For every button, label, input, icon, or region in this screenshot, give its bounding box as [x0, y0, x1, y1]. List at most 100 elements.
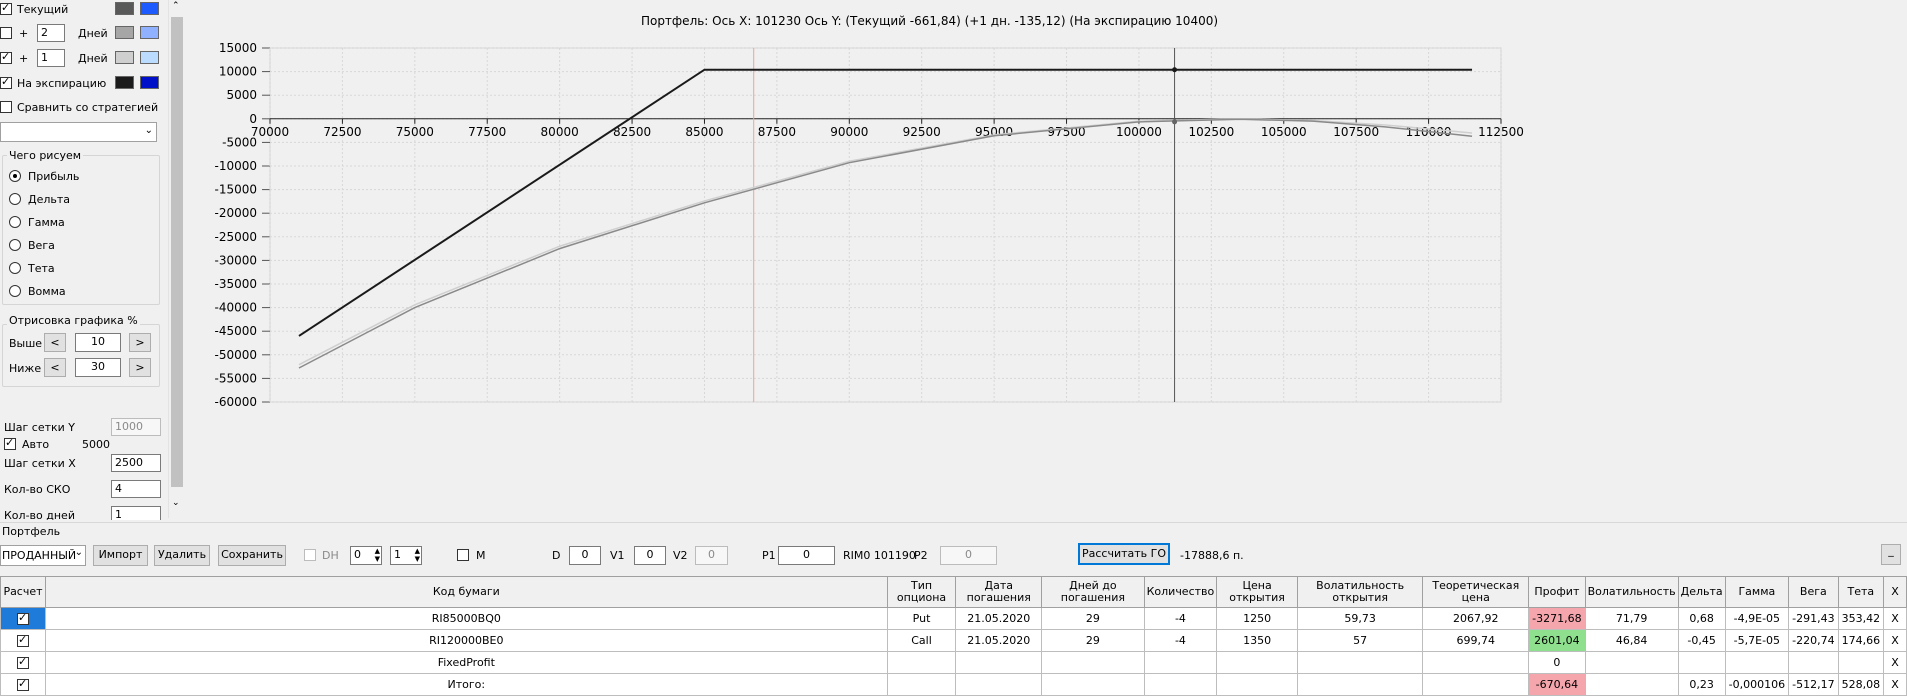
col-header-code[interactable]: Код бумаги [44, 576, 888, 608]
days-plus-checkbox-2[interactable] [0, 50, 12, 64]
below-decrease-button[interactable]: < [44, 358, 66, 377]
table-row[interactable]: FixedProfit 0 X [0, 651, 1907, 674]
scrollbar-thumb[interactable] [171, 17, 183, 487]
cell-remove[interactable]: X [1883, 651, 1907, 674]
col-header-option-type[interactable]: Тип опциона [886, 576, 957, 608]
col-header-vega[interactable]: Вега [1788, 576, 1839, 608]
radio-delta[interactable] [9, 193, 21, 205]
cell-calc[interactable] [0, 607, 46, 630]
col-header-volatility[interactable]: Волатильность [1584, 576, 1679, 608]
above-input[interactable]: 10 [75, 333, 121, 352]
dh-checkbox[interactable] [304, 549, 316, 561]
col-header-open-volatility[interactable]: Волатильность открытия [1296, 576, 1424, 608]
y-tick-label: -45000 [214, 324, 257, 338]
days-count-input[interactable]: 1 [111, 506, 161, 520]
cell-calc[interactable] [0, 673, 46, 696]
m-checkbox[interactable] [457, 549, 469, 561]
spin-value-2: 1 [394, 548, 401, 561]
col-header-maturity-date[interactable]: Дата погашения [955, 576, 1043, 608]
v2-input[interactable]: 0 [695, 546, 728, 565]
v2-label: V2 [673, 549, 688, 562]
scroll-down-icon[interactable]: ⌄ [172, 498, 180, 508]
current-checkbox[interactable] [0, 1, 12, 15]
col-header-quantity[interactable]: Количество [1143, 576, 1218, 608]
table-header-row: Расчет Код бумаги Тип опциона Дата погаш… [0, 576, 1907, 608]
days-color-swatch-1[interactable] [115, 26, 134, 39]
spin-input-2[interactable]: 1 ▲ ▼ [390, 546, 422, 565]
col-header-delta[interactable]: Дельта [1677, 576, 1726, 608]
days-input-1[interactable]: 2 [37, 24, 65, 42]
y-tick-label: 5000 [226, 88, 257, 102]
radio-vega[interactable] [9, 239, 21, 251]
d-input[interactable]: 0 [569, 546, 601, 565]
row-calc-checkbox[interactable] [16, 611, 29, 625]
col-header-profit[interactable]: Профит [1528, 576, 1586, 608]
days-color-swatch-2[interactable] [115, 51, 134, 64]
save-button[interactable]: Сохранить [218, 545, 286, 566]
cell-vega: -220,74 [1788, 629, 1839, 652]
table-row[interactable]: RI85000BQ0Put21.05.202029-4125059,732067… [0, 607, 1907, 630]
table-row[interactable]: RI120000BE0Call21.05.202029-4135057699,7… [0, 629, 1907, 652]
days-input-2[interactable]: 1 [37, 49, 65, 67]
cell-remove[interactable]: X [1883, 629, 1907, 652]
above-increase-button[interactable]: > [129, 333, 151, 352]
cell-delta [1677, 651, 1726, 674]
col-header-theta[interactable]: Тета [1837, 576, 1885, 608]
calculate-go-button[interactable]: Рассчитать ГО [1078, 543, 1170, 565]
below-increase-button[interactable]: > [129, 358, 151, 377]
col-header-open-price[interactable]: Цена открытия [1216, 576, 1298, 608]
auto-checkbox[interactable] [4, 436, 16, 450]
x-tick-label: 102500 [1188, 125, 1234, 139]
row-calc-checkbox[interactable] [16, 655, 29, 669]
radio-gamma[interactable] [9, 216, 21, 228]
cell-quantity: -4 [1143, 607, 1218, 630]
grid-x-input[interactable]: 2500 [111, 454, 161, 472]
cell-calc[interactable] [0, 629, 46, 652]
col-header-remove[interactable]: X [1883, 576, 1907, 608]
p1-input[interactable]: 0 [778, 546, 835, 565]
payoff-chart[interactable]: Портфель: Ось X: 101230 Ось Y: (Текущий … [190, 0, 1907, 520]
current-color-swatch-2[interactable] [140, 2, 159, 15]
spin-arrows-icon[interactable]: ▲ ▼ [415, 547, 420, 563]
col-header-calc[interactable]: Расчет [0, 576, 46, 608]
current-color-swatch[interactable] [115, 2, 134, 15]
cell-remove[interactable]: X [1883, 673, 1907, 696]
below-input[interactable]: 30 [75, 358, 121, 377]
cell-calc[interactable] [0, 651, 46, 674]
cell-remove[interactable]: X [1883, 607, 1907, 630]
row-calc-checkbox[interactable] [16, 633, 29, 647]
row-calc-checkbox[interactable] [16, 677, 29, 691]
cell-days-to-maturity [1041, 673, 1145, 696]
strategy-dropdown[interactable]: ⌄ [0, 122, 157, 142]
scroll-up-icon[interactable]: ⌃ [172, 1, 180, 11]
expiration-checkbox[interactable] [0, 75, 12, 89]
table-row[interactable]: Итого: -670,64 0,23-0,000106-512,17528,08X [0, 673, 1907, 696]
col-header-days-to-maturity[interactable]: Дней до погашения [1041, 576, 1145, 608]
delete-button[interactable]: Удалить [154, 545, 210, 566]
grid-y-input[interactable]: 1000 [111, 418, 161, 436]
spin-input-1[interactable]: 0 ▲ ▼ [350, 546, 382, 565]
days-color-swatch-2b[interactable] [140, 51, 159, 64]
above-decrease-button[interactable]: < [44, 333, 66, 352]
cell-quantity [1143, 673, 1218, 696]
settings-panel: Текущий + 2 Дней + 1 Дней На экспирацию … [0, 0, 170, 520]
spin-arrows-icon[interactable]: ▲ ▼ [375, 547, 380, 563]
v1-input[interactable]: 0 [634, 546, 666, 565]
cell-open-volatility: 59,73 [1296, 607, 1424, 630]
p2-input[interactable]: 0 [940, 546, 997, 565]
import-button[interactable]: Импорт [93, 545, 148, 566]
days-plus-checkbox-1[interactable] [0, 27, 12, 39]
days-color-swatch-1b[interactable] [140, 26, 159, 39]
col-header-gamma[interactable]: Гамма [1724, 576, 1790, 608]
expiration-color-swatch[interactable] [115, 76, 134, 89]
sko-input[interactable]: 4 [111, 480, 161, 498]
col-header-theoretical-price[interactable]: Теоретическая цена [1422, 576, 1530, 608]
portfolio-type-select[interactable]: ПРОДАННЫЙ ⌄ [0, 545, 86, 566]
radio-vomma[interactable] [9, 285, 21, 297]
radio-profit[interactable] [9, 170, 21, 182]
minimize-button[interactable]: _ [1881, 544, 1901, 565]
left-panel-scrollbar[interactable]: ⌃ ⌄ [168, 0, 184, 518]
compare-checkbox[interactable] [0, 101, 12, 113]
expiration-color-swatch-2[interactable] [140, 76, 159, 89]
radio-theta[interactable] [9, 262, 21, 274]
